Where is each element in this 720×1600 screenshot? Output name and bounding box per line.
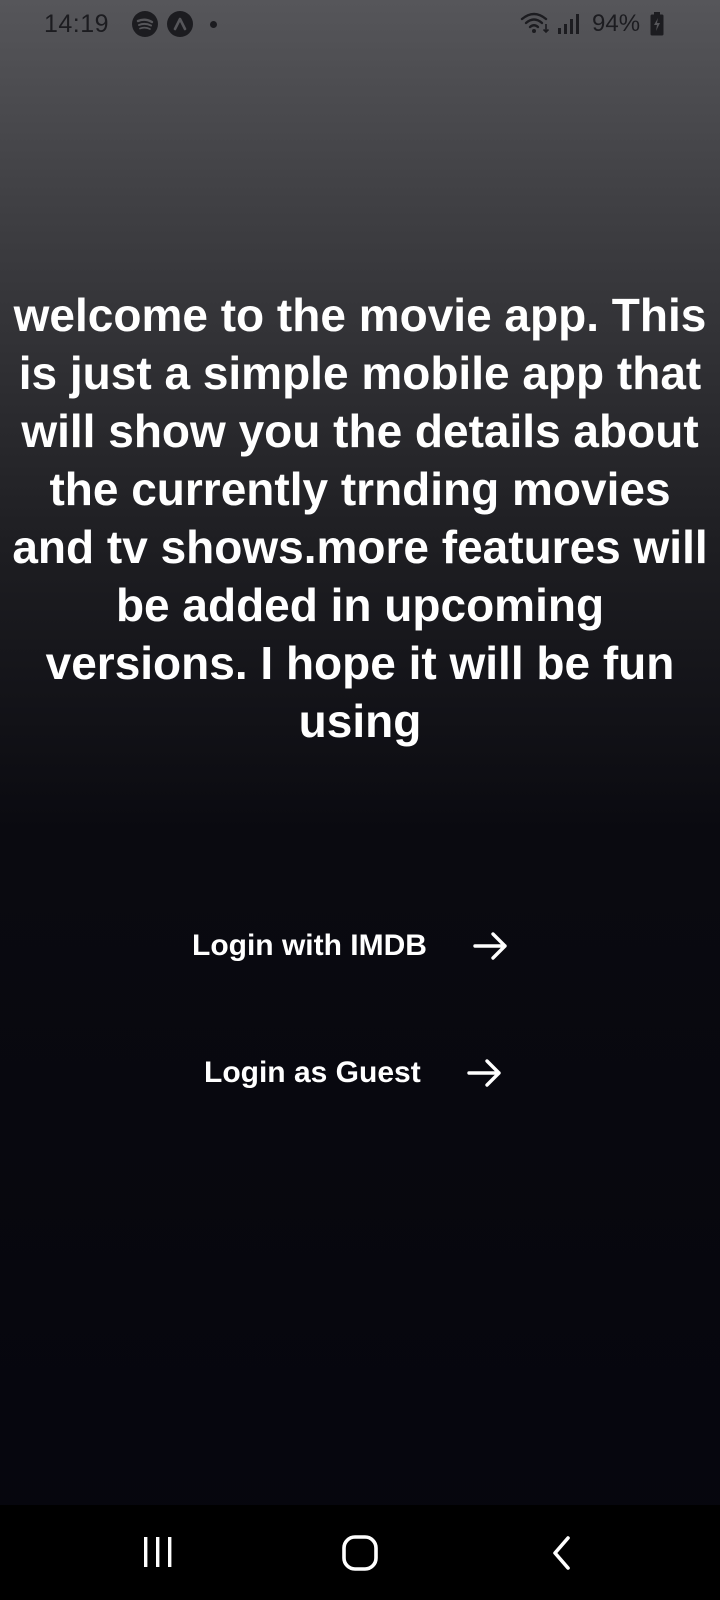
notification-dot: [210, 21, 217, 28]
signal-icon: [556, 12, 582, 41]
back-icon[interactable]: [550, 1535, 574, 1576]
arrow-right-icon: [471, 926, 511, 966]
home-icon[interactable]: [340, 1535, 380, 1576]
login-guest-button[interactable]: Login as Guest: [204, 1053, 505, 1093]
login-imdb-button[interactable]: Login with IMDB: [192, 926, 511, 966]
login-imdb-label: Login with IMDB: [192, 929, 427, 962]
arrow-right-icon: [465, 1053, 505, 1093]
status-time: 14:19: [44, 10, 110, 38]
battery-percentage: 94%: [592, 10, 641, 37]
status-bar: 14:19 94%: [0, 0, 720, 52]
welcome-message: welcome to the movie app. This is just a…: [12, 289, 708, 747]
wifi-icon: [520, 10, 552, 41]
navigation-bar: [0, 1505, 720, 1600]
recents-icon[interactable]: [142, 1535, 174, 1574]
login-guest-label: Login as Guest: [204, 1056, 421, 1089]
spotify-icon: [132, 11, 158, 37]
battery-charging-icon: [650, 12, 664, 41]
app-icon: [167, 11, 193, 37]
